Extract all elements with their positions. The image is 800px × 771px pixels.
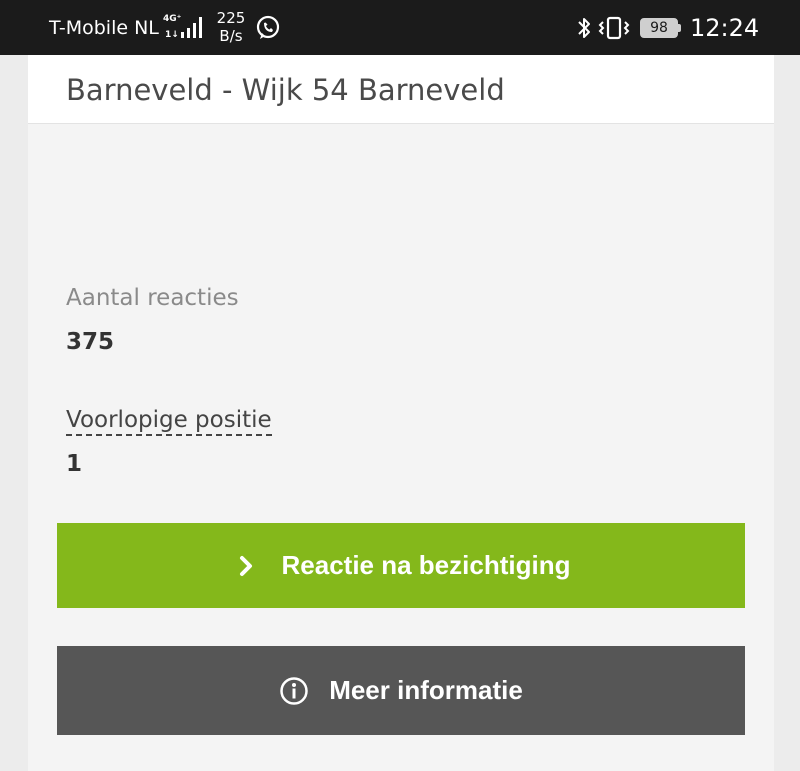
reaction-after-viewing-label: Reactie na bezichtiging [281, 550, 571, 580]
position-label[interactable]: Voorlopige positie [66, 407, 272, 436]
bluetooth-icon [578, 18, 590, 38]
card-header: Barneveld - Wijk 54 Barneveld [28, 55, 774, 124]
carrier-name: T-Mobile NL [49, 17, 159, 39]
signal-icon [181, 17, 202, 38]
speed-unit: B/s [219, 27, 243, 45]
status-bar: T-Mobile NL 4G⁺ 1↓ 225 B/s 98 12:24 [0, 0, 800, 55]
network-activity: 1↓ [165, 30, 179, 40]
clock: 12:24 [690, 14, 760, 42]
more-info-button[interactable]: Meer informatie [57, 646, 745, 735]
speed-value: 225 [216, 9, 246, 27]
responses-value: 375 [66, 329, 115, 355]
page-title: Barneveld - Wijk 54 Barneveld [66, 73, 505, 107]
responses-label: Aantal reacties [66, 285, 239, 311]
position-value: 1 [66, 451, 83, 477]
listing-card: Barneveld - Wijk 54 Barneveld Aantal rea… [28, 55, 774, 771]
battery-level: 98 [640, 18, 678, 38]
battery-tip [678, 24, 681, 32]
more-info-label: Meer informatie [329, 675, 523, 705]
vibrate-icon [598, 16, 630, 40]
battery-icon: 98 [640, 18, 682, 38]
whatsapp-icon [256, 15, 280, 39]
info-icon [280, 676, 308, 705]
network-type: 4G⁺ [163, 14, 182, 24]
chevron-right-icon [239, 555, 252, 576]
reaction-after-viewing-button[interactable]: Reactie na bezichtiging [57, 523, 745, 608]
network-speed: 225 B/s [215, 9, 247, 45]
